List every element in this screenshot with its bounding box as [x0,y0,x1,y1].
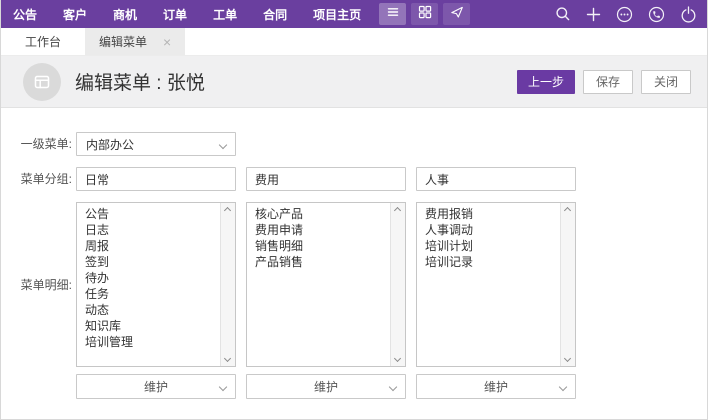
topbar-right-icons [555,6,697,23]
plus-icon[interactable] [586,7,601,22]
level1-menu-label: 一级菜单: [16,132,72,156]
page-title: 编辑菜单 : 张悦 [75,68,205,95]
save-button[interactable]: 保存 [583,70,633,94]
list-item[interactable]: 人事调动 [417,222,575,238]
menu-layout-icon [23,63,61,101]
scroll-up-icon[interactable] [224,207,231,214]
grid-apps-button[interactable] [411,3,438,25]
topnav-item-2[interactable]: 客户 [63,6,87,23]
listbox-items: 核心产品费用申请销售明细产品销售 [247,203,405,270]
topnav-item-7[interactable]: 项目主页 [313,6,361,23]
scroll-up-icon[interactable] [394,207,401,214]
menu-detail-row: 菜单明细: 公告日志周报签到待办任务动态知识库培训管理核心产品费用申请销售明细产… [16,202,707,367]
list-item[interactable]: 培训管理 [77,334,235,350]
list-item[interactable]: 周报 [77,238,235,254]
menu-group-label: 菜单分组: [16,167,72,191]
list-item[interactable]: 产品销售 [247,254,405,270]
menu-detail-listbox-2[interactable]: 核心产品费用申请销售明细产品销售 [246,202,406,367]
level1-menu-select[interactable]: 内部办公 [76,132,236,156]
page-header: 编辑菜单 : 张悦 上一步保存关闭 [1,56,707,108]
listbox-items: 费用报销人事调动培训计划培训记录 [417,203,575,270]
menu-group-input-1[interactable] [76,167,236,191]
menu-detail-lists: 公告日志周报签到待办任务动态知识库培训管理核心产品费用申请销售明细产品销售费用报… [76,202,576,367]
topbar: 公告 客户 商机 订单 工单 合同 项目主页 [1,0,707,28]
topbar-icon-buttons [379,3,470,25]
prev-step-button[interactable]: 上一步 [517,70,575,94]
close-button[interactable]: 关闭 [641,70,691,94]
level1-menu-value: 内部办公 [86,136,134,153]
hamburger-menu-button[interactable] [379,3,406,25]
tab-bar: 工作台 编辑菜单 × [1,28,707,56]
chevron-down-icon [389,383,397,391]
chevron-down-icon [219,141,227,149]
scroll-up-icon[interactable] [564,207,571,214]
list-item[interactable]: 费用报销 [417,206,575,222]
list-item[interactable]: 动态 [77,302,235,318]
maintain-dropdown-1[interactable]: 维护 [76,374,236,399]
tab-label: 编辑菜单 [99,33,147,50]
power-icon[interactable] [680,6,697,23]
maintain-dropdown-label: 维护 [314,378,338,395]
tab-2[interactable]: 编辑菜单 × [85,28,185,55]
maintain-dropdown-label: 维护 [484,378,508,395]
topbar-nav: 公告 客户 商机 订单 工单 合同 项目主页 [13,6,361,23]
tab-1[interactable]: 工作台 [1,28,85,55]
list-item[interactable]: 培训记录 [417,254,575,270]
menu-detail-listbox-3[interactable]: 费用报销人事调动培训计划培训记录 [416,202,576,367]
listbox-scrollbar[interactable] [560,203,575,366]
send-icon [450,5,464,24]
search-icon[interactable] [555,6,571,22]
listbox-scrollbar[interactable] [220,203,235,366]
list-item[interactable]: 公告 [77,206,235,222]
menu-detail-listbox-1[interactable]: 公告日志周报签到待办任务动态知识库培训管理 [76,202,236,367]
grid-apps-icon [418,5,432,24]
topnav-item-6[interactable]: 合同 [263,6,287,23]
menu-group-input-2[interactable] [246,167,406,191]
edit-menu-form: 一级菜单: 内部办公 菜单分组: 菜单明细: 公告日志周报签到待办任务动态知识库… [1,108,707,419]
list-item[interactable]: 签到 [77,254,235,270]
list-item[interactable]: 培训计划 [417,238,575,254]
topnav-item-1[interactable]: 公告 [13,6,37,23]
list-item[interactable]: 核心产品 [247,206,405,222]
scroll-down-icon[interactable] [224,355,231,362]
scroll-down-icon[interactable] [564,355,571,362]
list-item[interactable]: 销售明细 [247,238,405,254]
maintain-row: 维护 维护 维护 [16,374,707,399]
topnav-item-4[interactable]: 订单 [163,6,187,23]
scroll-down-icon[interactable] [394,355,401,362]
topnav-item-3[interactable]: 商机 [113,6,137,23]
maintain-dropdowns: 维护 维护 维护 [76,374,576,399]
app-window: 公告 客户 商机 订单 工单 合同 项目主页 [0,0,708,420]
tab-close-icon[interactable]: × [163,35,171,49]
list-item[interactable]: 任务 [77,286,235,302]
menu-group-row: 菜单分组: [16,167,707,191]
hamburger-menu-icon [386,5,400,24]
tab-label: 工作台 [25,33,61,50]
level1-menu-row: 一级菜单: 内部办公 [16,132,707,156]
maintain-dropdown-3[interactable]: 维护 [416,374,576,399]
phone-icon[interactable] [648,6,665,23]
header-buttons: 上一步保存关闭 [517,70,691,94]
listbox-items: 公告日志周报签到待办任务动态知识库培训管理 [77,203,235,350]
menu-group-inputs [76,167,576,191]
menu-group-input-3[interactable] [416,167,576,191]
chevron-down-icon [559,383,567,391]
topnav-item-5[interactable]: 工单 [213,6,237,23]
menu-detail-label: 菜单明细: [16,273,72,297]
chevron-down-icon [219,383,227,391]
list-item[interactable]: 日志 [77,222,235,238]
listbox-scrollbar[interactable] [390,203,405,366]
list-item[interactable]: 待办 [77,270,235,286]
send-button[interactable] [443,3,470,25]
list-item[interactable]: 知识库 [77,318,235,334]
maintain-dropdown-label: 维护 [144,378,168,395]
list-item[interactable]: 费用申请 [247,222,405,238]
maintain-dropdown-2[interactable]: 维护 [246,374,406,399]
more-icon[interactable] [616,6,633,23]
